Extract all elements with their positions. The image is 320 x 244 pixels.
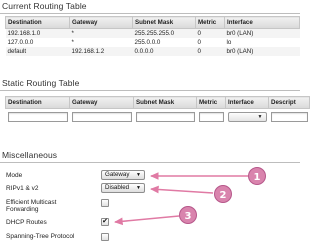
table-header-row: Destination Gateway Subnet Mask Metric I…	[5, 16, 300, 29]
table-row: 192.168.1.0 * 255.255.255.0 0 br0 (LAN)	[5, 28, 300, 38]
column-header-gateway: Gateway	[69, 16, 133, 29]
dhcp-routes-label: DHCP Routes	[6, 219, 47, 226]
route-destination: 192.168.1.0	[5, 28, 70, 38]
current-routing-title: Current Routing Table	[2, 1, 87, 11]
current-routing-divider	[0, 13, 300, 14]
route-destination: 127.0.0.0	[5, 38, 70, 47]
route-metric: 0	[195, 28, 225, 38]
chevron-down-icon: ▼	[136, 185, 141, 191]
table-header-row: Destination Gateway Subnet Mask Metric I…	[5, 96, 310, 109]
interface-select[interactable]: ▼	[227, 112, 267, 122]
subnet-mask-input[interactable]	[135, 112, 195, 122]
route-interface: lo	[224, 38, 300, 47]
static-routing-title: Static Routing Table	[2, 78, 80, 88]
route-subnet-mask: 255.255.255.0	[132, 28, 196, 38]
chevron-down-icon: ▼	[257, 114, 263, 120]
route-interface: br0 (LAN)	[224, 28, 300, 38]
route-metric: 0	[195, 38, 225, 47]
metric-cell	[196, 108, 226, 125]
misc-divider	[0, 162, 300, 163]
column-header-metric: Metric	[195, 16, 225, 29]
column-header-subnet-mask: Subnet Mask	[133, 96, 197, 109]
route-gateway: *	[69, 28, 133, 38]
column-header-interface: Interface	[225, 96, 269, 109]
static-routing-table: Destination Gateway Subnet Mask Metric I…	[5, 96, 310, 125]
chevron-down-icon: ▼	[136, 172, 141, 178]
destination-input[interactable]	[7, 112, 68, 122]
mode-select-value: Gateway	[105, 171, 130, 178]
stp-checkbox[interactable]	[101, 233, 109, 241]
route-interface: br0 (LAN)	[224, 47, 300, 56]
route-subnet-mask: 0.0.0.0	[132, 47, 196, 56]
current-routing-table: Destination Gateway Subnet Mask Metric I…	[5, 16, 300, 56]
mode-label: Mode	[6, 172, 23, 179]
table-row: 127.0.0.0 * 255.0.0.0 0 lo	[5, 38, 300, 47]
multicast-label: Efficient Multicast Forwarding	[6, 199, 57, 213]
description-cell	[268, 108, 310, 125]
column-header-destination: Destination	[5, 96, 70, 109]
static-routing-divider	[0, 90, 300, 91]
badge-number-3: 3	[185, 211, 192, 222]
multicast-checkbox[interactable]	[101, 199, 109, 207]
rip-select-value: Disabled	[105, 184, 130, 191]
badge-number-2: 2	[220, 190, 227, 201]
badge-circle-1	[248, 167, 266, 185]
misc-title: Miscellaneous	[2, 150, 58, 160]
route-gateway: 192.168.1.2	[69, 47, 133, 56]
destination-cell	[5, 108, 70, 125]
metric-input[interactable]	[198, 112, 224, 122]
stp-label: Spanning-Tree Protocol	[6, 233, 75, 240]
column-header-interface: Interface	[224, 16, 300, 29]
badge-number-1: 1	[254, 172, 261, 183]
mode-select[interactable]: Gateway ▼	[101, 170, 145, 180]
annotation-arrow-3	[114, 215, 180, 226]
description-input[interactable]	[270, 112, 308, 122]
checkmark-icon: ✔	[102, 218, 108, 225]
static-route-input-row: ▼	[5, 108, 310, 125]
rip-select[interactable]: Disabled ▼	[101, 183, 145, 193]
annotation-arrow-2	[150, 185, 214, 194]
subnet-mask-cell	[133, 108, 197, 125]
column-header-description: Descript	[268, 96, 310, 109]
dhcp-routes-checkbox[interactable]: ✔	[101, 218, 109, 226]
rip-label: RIPv1 & v2	[6, 185, 39, 192]
column-header-subnet-mask: Subnet Mask	[132, 16, 196, 29]
route-gateway: *	[69, 38, 133, 47]
route-destination: default	[5, 47, 70, 56]
route-subnet-mask: 255.0.0.0	[132, 38, 196, 47]
badge-circle-2	[214, 185, 232, 203]
interface-cell: ▼	[225, 108, 269, 125]
column-header-metric: Metric	[196, 96, 226, 109]
gateway-cell	[69, 108, 134, 125]
column-header-gateway: Gateway	[69, 96, 134, 109]
column-header-destination: Destination	[5, 16, 70, 29]
badge-circle-3	[179, 206, 197, 224]
table-row: default 192.168.1.2 0.0.0.0 0 br0 (LAN)	[5, 47, 300, 56]
gateway-input[interactable]	[71, 112, 132, 122]
route-metric: 0	[195, 47, 225, 56]
